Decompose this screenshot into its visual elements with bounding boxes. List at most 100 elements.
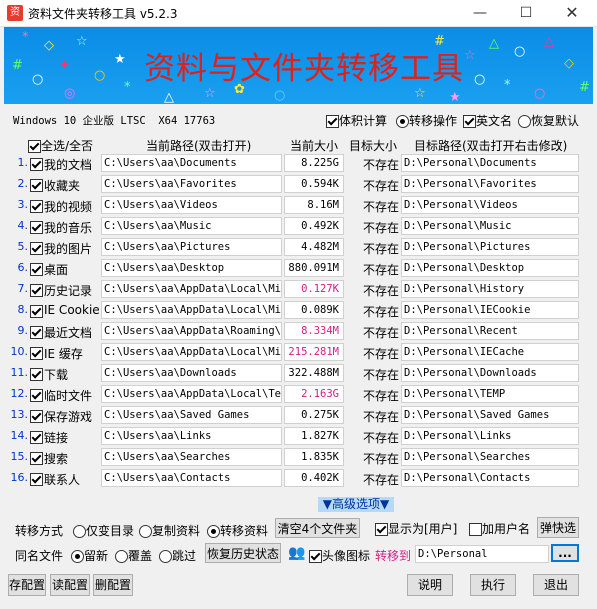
save-config-button[interactable]: 存配置 (8, 574, 46, 596)
row-checkbox[interactable] (30, 179, 43, 192)
current-path-field[interactable]: C:\Users\aa\Favorites (101, 175, 282, 193)
load-config-button[interactable]: 读配置 (50, 574, 90, 596)
row-checkbox[interactable] (30, 368, 43, 381)
row-number: 4. (17, 219, 29, 232)
target-size-status: 不存在 (362, 326, 399, 340)
minimize-button[interactable]: — (457, 0, 503, 26)
table-row: 15. 搜索 C:\Users\aa\Searches 1.835K 不存在 D:\Per… (10, 447, 585, 468)
keep-newer-radio[interactable]: 留新 (71, 547, 108, 564)
svg-text:○: ○ (32, 72, 43, 87)
target-directory-input[interactable]: D:\Personal (415, 545, 549, 563)
restore-history-button[interactable]: 恢复历史状态 (205, 543, 281, 563)
execute-button[interactable]: 执行 (470, 574, 516, 596)
target-path-field[interactable]: D:\Personal\Pictures (401, 238, 579, 256)
row-checkbox[interactable] (30, 242, 43, 255)
browse-button[interactable]: ... (551, 544, 579, 562)
english-name-checkbox[interactable]: 英文名 (463, 112, 512, 129)
row-checkbox[interactable] (30, 221, 43, 234)
current-path-field[interactable]: C:\Users\aa\AppData\Roaming\Mi (101, 322, 282, 340)
row-checkbox[interactable] (30, 200, 43, 213)
select-all-label: 全选/全否 (41, 139, 94, 153)
current-path-field[interactable]: C:\Users\aa\Pictures (101, 238, 282, 256)
close-button[interactable]: ✕ (549, 0, 595, 26)
avatar-icon-checkbox[interactable]: 头像图标 (309, 547, 370, 564)
select-all-checkbox[interactable]: 全选/全否 (28, 137, 93, 154)
transfer-op-label: 转移操作 (409, 114, 458, 128)
target-path-field[interactable]: D:\Personal\Favorites (401, 175, 579, 193)
table-row: 16. 联系人 C:\Users\aa\Contacts 0.402K 不存在 D:\Pe… (10, 468, 585, 489)
show-user-checkbox[interactable]: 显示为[用户] (375, 520, 457, 537)
target-path-field[interactable]: D:\Personal\Recent (401, 322, 579, 340)
target-path-field[interactable]: D:\Personal\Desktop (401, 259, 579, 277)
help-button[interactable]: 说明 (407, 574, 453, 596)
target-path-field[interactable]: D:\Personal\TEMP (401, 385, 579, 403)
row-checkbox[interactable] (30, 326, 43, 339)
target-path-field[interactable]: D:\Personal\Videos (401, 196, 579, 214)
restore-default-radio[interactable]: 恢复默认 (518, 112, 579, 129)
current-path-field[interactable]: C:\Users\aa\Desktop (101, 259, 282, 277)
row-number: 3. (17, 198, 29, 211)
target-path-field[interactable]: D:\Personal\Music (401, 217, 579, 235)
restore-default-radio-icon (518, 115, 531, 128)
row-number: 10. (10, 345, 29, 358)
overwrite-radio[interactable]: 覆盖 (115, 547, 152, 564)
skip-label: 跳过 (172, 549, 197, 563)
row-label: 链接 (44, 431, 69, 445)
target-path-field[interactable]: D:\Personal\Downloads (401, 364, 579, 382)
row-checkbox[interactable] (30, 158, 43, 171)
current-path-field[interactable]: C:\Users\aa\Contacts (101, 469, 282, 487)
row-checkbox[interactable] (30, 305, 43, 318)
current-path-field[interactable]: C:\Users\aa\Videos (101, 196, 282, 214)
mode-move-radio[interactable]: 转移资料 (207, 522, 268, 539)
add-username-checkbox[interactable]: 加用户名 (469, 520, 530, 537)
row-checkbox[interactable] (30, 452, 43, 465)
maximize-button[interactable]: ☐ (503, 0, 549, 26)
svg-text:#: # (12, 58, 23, 73)
mode-copy-radio[interactable]: 复制资料 (139, 522, 200, 539)
current-path-field[interactable]: C:\Users\aa\Searches (101, 448, 282, 466)
target-path-field[interactable]: D:\Personal\IECookie (401, 301, 579, 319)
row-checkbox[interactable] (30, 389, 43, 402)
size-calc-checkbox[interactable]: 体积计算 (326, 112, 387, 129)
row-checkbox[interactable] (30, 431, 43, 444)
row-number: 15. (10, 450, 29, 463)
target-path-field[interactable]: D:\Personal\IECache (401, 343, 579, 361)
row-checkbox[interactable] (30, 263, 43, 276)
transfer-op-radio[interactable]: 转移操作 (396, 112, 457, 129)
current-path-field[interactable]: C:\Users\aa\Music (101, 217, 282, 235)
exit-button[interactable]: 退出 (533, 574, 579, 596)
target-size-status: 不存在 (362, 242, 399, 256)
row-checkbox[interactable] (30, 347, 43, 360)
current-path-field[interactable]: C:\Users\aa\AppData\Local\Micr (101, 301, 282, 319)
advanced-options-toggle[interactable]: ▼高级选项▼ (318, 497, 394, 512)
target-path-field[interactable]: D:\Personal\Contacts (401, 469, 579, 487)
current-path-field[interactable]: C:\Users\aa\Links (101, 427, 282, 445)
svg-text:★: ★ (114, 52, 126, 67)
mode-dir-only-label: 仅变目录 (86, 524, 135, 538)
mode-dir-only-radio[interactable]: 仅变目录 (73, 522, 134, 539)
svg-text:◇: ◇ (44, 38, 54, 53)
target-path-field[interactable]: D:\Personal\History (401, 280, 579, 298)
current-path-field[interactable]: C:\Users\aa\AppData\Local\Micr (101, 343, 282, 361)
current-path-field[interactable]: C:\Users\aa\Saved Games (101, 406, 282, 424)
delete-config-button[interactable]: 删配置 (93, 574, 133, 596)
svg-text:*: * (504, 78, 511, 93)
popup-quick-select-button[interactable]: 弹快选 (537, 517, 579, 538)
table-row: 8. IE Cookie C:\Users\aa\AppData\Local\Mic… (10, 300, 585, 321)
row-checkbox[interactable] (30, 410, 43, 423)
row-label: 我的音乐 (44, 221, 93, 235)
current-path-field[interactable]: C:\Users\aa\AppData\Local\Temp (101, 385, 282, 403)
current-path-field[interactable]: C:\Users\aa\Downloads (101, 364, 282, 382)
svg-text:○: ○ (274, 88, 285, 103)
target-path-field[interactable]: D:\Personal\Links (401, 427, 579, 445)
target-path-field[interactable]: D:\Personal\Saved Games (401, 406, 579, 424)
clear-folders-button[interactable]: 清空4个文件夹 (275, 518, 360, 538)
row-checkbox[interactable] (30, 284, 43, 297)
row-checkbox[interactable] (30, 473, 43, 486)
target-path-field[interactable]: D:\Personal\Documents (401, 154, 579, 172)
target-path-field[interactable]: D:\Personal\Searches (401, 448, 579, 466)
skip-radio[interactable]: 跳过 (159, 547, 196, 564)
current-path-field[interactable]: C:\Users\aa\Documents (101, 154, 282, 172)
row-label: 我的图片 (44, 242, 93, 256)
current-path-field[interactable]: C:\Users\aa\AppData\Local\Micr (101, 280, 282, 298)
